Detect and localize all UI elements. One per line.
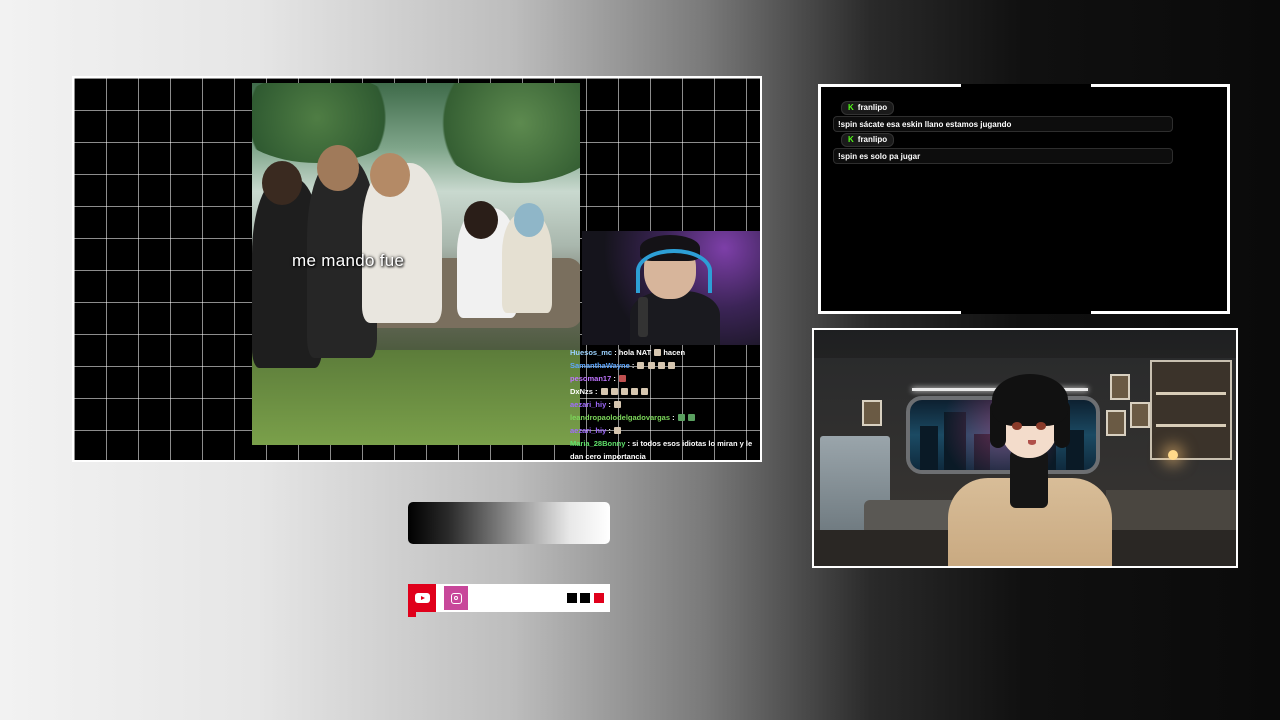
instagram-button[interactable]	[444, 586, 468, 610]
chat-username: franlipo	[857, 135, 888, 144]
emote-icon	[687, 414, 695, 421]
kick-icon: K	[848, 135, 854, 144]
chat-line: leandropaolodelgadovargas :	[570, 411, 760, 424]
social-bar	[408, 584, 610, 617]
emote-icon	[610, 388, 618, 395]
emote-icon	[630, 388, 638, 395]
chat-message: K franlipo !spin sácate esa eskin llano …	[833, 97, 1173, 132]
kick-chat-box: K franlipo !spin sácate esa eskin llano …	[818, 84, 1230, 314]
frame-notch	[961, 84, 1091, 90]
shelf-row	[1156, 392, 1226, 395]
gradient-bar	[408, 502, 610, 544]
person-head	[514, 203, 544, 237]
chat-separator: :	[672, 413, 677, 422]
emote-icon	[620, 388, 628, 395]
chat-username: Maria_28Bonny	[570, 439, 626, 448]
chat-username: leandropaolodelgadovargas	[570, 413, 671, 422]
chat-text: hacen	[663, 348, 686, 357]
main-video-frame: me mando fue Huesos_mc : hola NAT hacen …	[72, 76, 762, 462]
chat-message: K franlipo !spin es solo pa jugar	[833, 129, 1173, 164]
chat-message-text: !spin es solo pa jugar	[833, 148, 1173, 164]
plant-foliage-right	[430, 83, 580, 183]
person-head	[317, 145, 359, 191]
emote-icon	[641, 388, 648, 395]
decor-square	[580, 593, 590, 603]
chat-line: pesoman17 :	[570, 372, 760, 385]
person-head	[464, 201, 498, 239]
chat-user-badge[interactable]: K franlipo	[841, 100, 895, 115]
avatar-turtleneck	[1010, 450, 1048, 508]
vtuber-avatar-frame	[812, 328, 1238, 568]
chat-separator: :	[595, 387, 600, 396]
emote-icon	[613, 401, 621, 408]
avatar-eye	[1036, 422, 1046, 430]
avatar-eye	[1012, 422, 1022, 430]
chat-username: SamanthaWayne	[570, 361, 630, 370]
emote-icon	[647, 362, 655, 369]
chat-line: SamanthaWayne :	[570, 359, 760, 372]
streamer-webcam	[582, 231, 760, 345]
emote-icon	[654, 349, 662, 356]
chat-username: aezari_hiy	[570, 426, 607, 435]
chat-username: franlipo	[857, 103, 888, 112]
person-head	[370, 153, 410, 197]
chat-username: Huesos_mc	[570, 348, 613, 357]
headset-icon	[636, 249, 712, 293]
chat-line: Huesos_mc : hola NAT hacen	[570, 346, 760, 359]
vtuber-avatar	[948, 374, 1112, 566]
emote-icon	[677, 414, 685, 421]
chat-text: hola NAT	[618, 348, 652, 357]
chat-user-badge[interactable]: K franlipo	[841, 132, 895, 147]
kick-icon: K	[848, 103, 854, 112]
chat-separator: :	[613, 374, 618, 383]
chat-line: DxNzs :	[570, 385, 760, 398]
chat-username: pesoman17	[570, 374, 612, 383]
decor-square	[594, 593, 604, 603]
avatar-hair	[992, 374, 1068, 426]
wall-picture	[862, 400, 882, 426]
wall-picture	[1110, 374, 1130, 400]
youtube-tab	[408, 612, 416, 617]
emote-icon	[618, 375, 626, 382]
chat-separator: :	[631, 361, 637, 370]
chat-line: aezari_hiy :	[570, 398, 760, 411]
emote-icon	[657, 362, 665, 369]
chat-line: aezari_hiy :	[570, 424, 760, 437]
person-head	[262, 161, 302, 205]
chat-username: DxNzs	[570, 387, 593, 396]
lamp-icon	[1168, 450, 1178, 460]
chat-line: Maria_28Bonny : si todos esos idiotas lo…	[570, 437, 760, 460]
youtube-button[interactable]	[408, 584, 436, 612]
instagram-icon	[450, 592, 462, 604]
emote-icon	[637, 362, 645, 369]
chat-separator: :	[608, 400, 613, 409]
emote-icon	[667, 362, 675, 369]
stream-chat-overlay: Huesos_mc : hola NAT hacen SamanthaWayne…	[570, 346, 760, 460]
avatar-mouth	[1028, 440, 1036, 445]
youtube-icon	[414, 593, 430, 603]
bookshelf	[1150, 360, 1232, 460]
video-caption: me mando fue	[292, 251, 405, 270]
emote-icon	[613, 427, 621, 434]
wall-picture	[1130, 402, 1150, 428]
chat-username: aezari_hiy	[570, 400, 607, 409]
video-clip: me mando fue	[252, 83, 580, 445]
chat-separator: :	[608, 426, 613, 435]
decor-square	[567, 593, 577, 603]
frame-notch	[961, 308, 1091, 314]
microphone-icon	[638, 297, 648, 337]
emote-icon	[600, 388, 608, 395]
shelf-row	[1156, 424, 1226, 427]
